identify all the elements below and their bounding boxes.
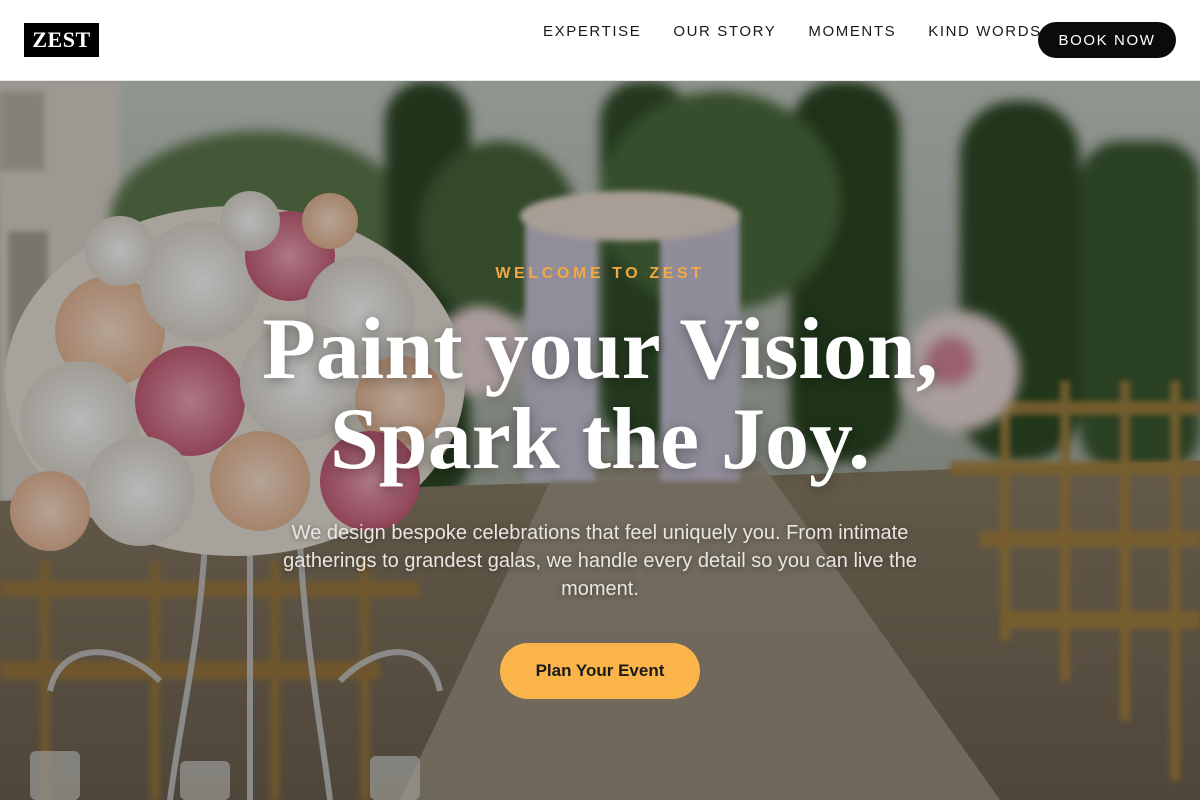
hero-headline-line1: Paint your Vision,: [262, 301, 938, 398]
hero-description: We design bespoke celebrations that feel…: [283, 522, 917, 600]
hero-eyebrow: WELCOME TO ZEST: [495, 265, 705, 282]
hero-content: WELCOME TO ZEST Paint your Vision, Spark…: [0, 81, 1200, 800]
plan-event-button[interactable]: Plan Your Event: [500, 643, 700, 699]
hero-section: WELCOME TO ZEST Paint your Vision, Spark…: [0, 81, 1200, 800]
book-now-button[interactable]: BOOK NOW: [1038, 22, 1176, 58]
hero-headline-line2: Spark the Joy.: [329, 391, 871, 488]
hero-headline: Paint your Vision, Spark the Joy.: [0, 305, 1200, 485]
nav-item-moments[interactable]: MOMENTS: [792, 22, 912, 42]
nav-item-expertise[interactable]: EXPERTISE: [527, 22, 657, 42]
nav-item-our-story[interactable]: OUR STORY: [657, 22, 792, 42]
main-nav: EXPERTISE OUR STORY MOMENTS KIND WORDS: [527, 22, 1058, 42]
brand-logo[interactable]: ZEST: [24, 23, 99, 57]
site-header: ZEST EXPERTISE OUR STORY MOMENTS KIND WO…: [0, 0, 1200, 81]
nav-item-kind-words[interactable]: KIND WORDS: [912, 22, 1058, 42]
